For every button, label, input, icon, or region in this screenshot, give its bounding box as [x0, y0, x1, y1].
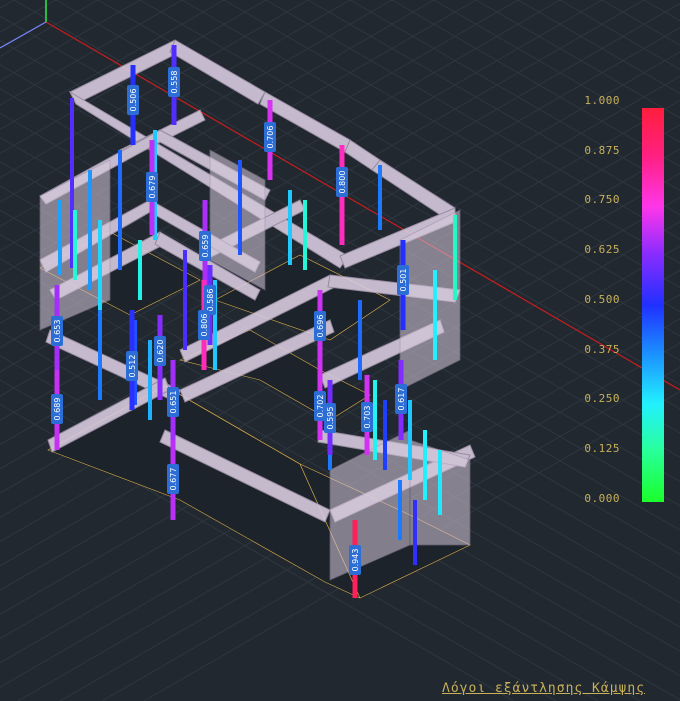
column — [358, 300, 362, 380]
column — [423, 430, 427, 500]
ratio-tag-text: 0.706 — [266, 126, 275, 149]
column — [183, 250, 187, 350]
ratio-tag[interactable]: 0.651 — [167, 387, 179, 417]
ratio-tag[interactable]: 0.806 — [198, 310, 210, 340]
ratio-tag[interactable]: 0.558 — [168, 67, 180, 97]
model-viewport[interactable]: 0.506 0.558 0.706 0.679 0.800 0.659 0.501 0.653… — [0, 0, 680, 701]
scale-label: 0.500 — [584, 292, 620, 306]
ratio-tag-text: 0.659 — [201, 235, 210, 258]
scale-label: 0.000 — [584, 491, 620, 505]
column — [148, 340, 152, 420]
ratio-tag-text: 0.506 — [129, 89, 138, 112]
scale-label: 0.625 — [584, 243, 620, 257]
ratio-tag-text: 0.586 — [206, 289, 215, 312]
ratio-tag[interactable]: 0.706 — [264, 122, 276, 152]
ratio-tag[interactable]: 0.659 — [199, 231, 211, 261]
column — [73, 210, 77, 280]
ratio-tag[interactable]: 0.696 — [314, 311, 326, 341]
ratio-tag[interactable]: 0.501 — [397, 265, 409, 295]
column — [433, 270, 437, 360]
ratio-tag-text: 0.679 — [148, 176, 157, 199]
ratio-tag[interactable]: 0.800 — [336, 167, 348, 197]
ratio-tag[interactable]: 0.620 — [154, 336, 166, 366]
ratio-tag-text: 0.689 — [53, 398, 62, 421]
column — [453, 215, 457, 300]
scale-label: 0.125 — [584, 441, 620, 455]
scale-label: 0.875 — [584, 143, 620, 157]
ratio-tag-text: 0.943 — [351, 549, 360, 572]
column — [138, 240, 142, 300]
ratio-tag[interactable]: 0.679 — [146, 172, 158, 202]
ratio-tag-text: 0.512 — [128, 355, 137, 378]
column — [398, 480, 402, 540]
column — [88, 170, 92, 290]
ratio-tag[interactable]: 0.595 — [324, 403, 336, 433]
ratio-tag[interactable]: 0.689 — [51, 394, 63, 424]
ratio-tag-text: 0.703 — [363, 406, 372, 429]
column — [118, 150, 122, 270]
column — [288, 190, 292, 265]
ratio-tag-text: 0.677 — [169, 468, 178, 491]
column — [438, 450, 442, 515]
ratio-tag[interactable]: 0.512 — [126, 351, 138, 381]
ratio-tag-text: 0.702 — [316, 395, 325, 418]
ratio-tag-text: 0.595 — [326, 407, 335, 430]
caption-title: Λόγοι εξάντλησης Κάμψης — [442, 681, 646, 696]
ratio-tag[interactable]: 0.506 — [127, 85, 139, 115]
column — [413, 500, 417, 565]
ratio-tag[interactable]: 0.617 — [395, 384, 407, 414]
scale-label: 0.375 — [584, 342, 620, 356]
ratio-tag[interactable]: 0.943 — [349, 545, 361, 575]
ratio-tag-text: 0.501 — [399, 269, 408, 292]
scale-label: 1.000 — [584, 94, 620, 107]
column — [238, 160, 242, 255]
ratio-tag-text: 0.806 — [200, 314, 209, 337]
column — [303, 200, 307, 270]
column — [378, 165, 382, 230]
scale-label: 0.750 — [584, 193, 620, 207]
ratio-tag-text: 0.617 — [397, 388, 406, 411]
column — [383, 400, 387, 470]
ratio-tag-text: 0.800 — [338, 171, 347, 194]
ratio-tag[interactable]: 0.703 — [361, 402, 373, 432]
color-scale-bar — [642, 108, 664, 502]
column — [58, 200, 62, 275]
ratio-tag[interactable]: 0.677 — [167, 464, 179, 494]
ratio-tag[interactable]: 0.653 — [51, 316, 63, 346]
ratio-tag-text: 0.653 — [53, 320, 62, 343]
ratio-tag-text: 0.651 — [169, 391, 178, 414]
scale-label: 0.250 — [584, 392, 620, 406]
ratio-tag-text: 0.620 — [156, 340, 165, 363]
column — [98, 310, 102, 400]
column — [98, 220, 102, 310]
ratio-tag-text: 0.558 — [170, 71, 179, 94]
column — [373, 380, 377, 460]
ratio-tag-text: 0.696 — [316, 315, 325, 338]
column — [408, 400, 412, 480]
